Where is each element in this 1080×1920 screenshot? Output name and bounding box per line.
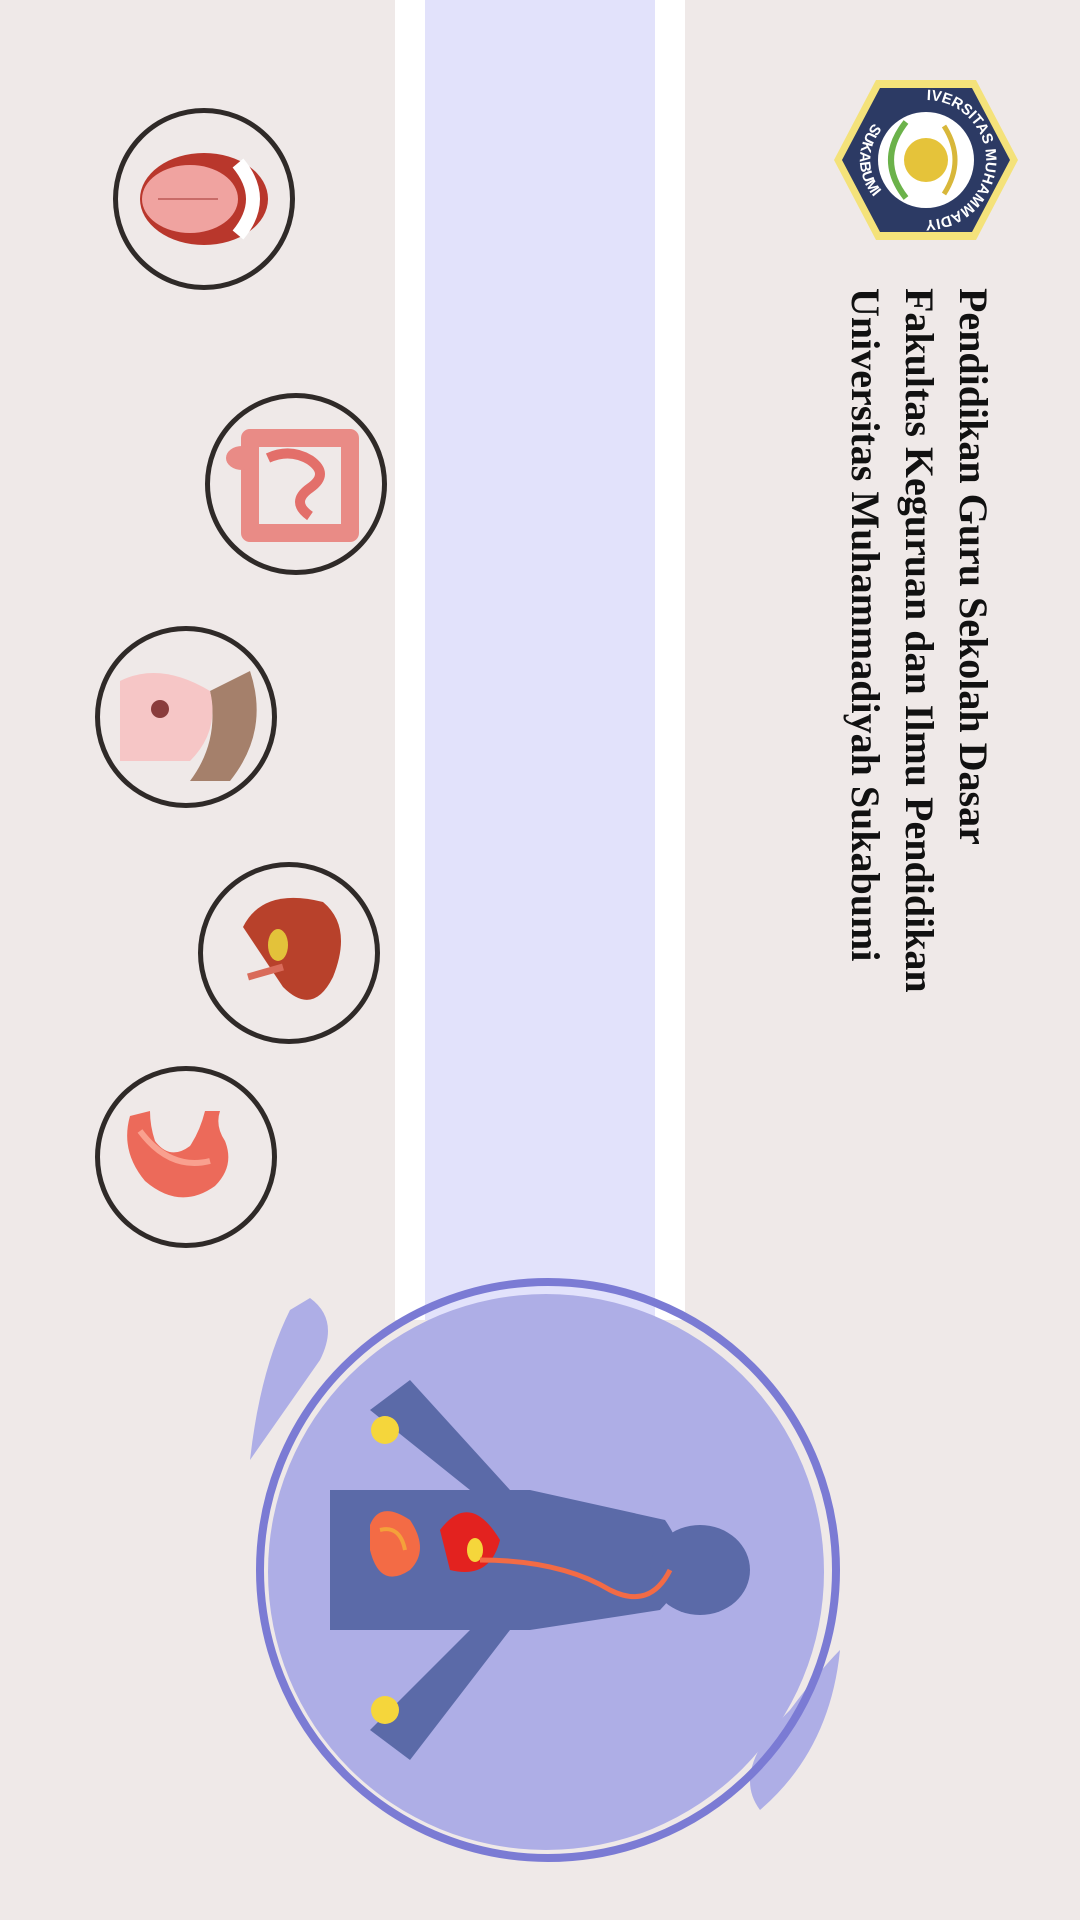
title-block: Pendidikan Guru Sekolah Dasar Fakultas K… [838, 288, 1000, 993]
intestine-icon [226, 429, 359, 542]
stomach-circle [95, 1066, 277, 1248]
title-line-2: Fakultas Keguruan dan Ilmu Pendidikan [897, 288, 942, 993]
title-line-1: Pendidikan Guru Sekolah Dasar [951, 288, 996, 845]
title-line-3: Universitas Muhammadiyah Sukabumi [843, 288, 888, 962]
digestive-system-illustration [230, 1250, 850, 1890]
stomach-icon [127, 1111, 229, 1198]
intestine-circle [205, 393, 387, 575]
mouth-icon [140, 153, 268, 245]
liver-circle [198, 862, 380, 1044]
university-logo: UNIVERSITAS MUHAMMADIYAH SUKABUMI [826, 55, 1039, 260]
throat-circle [95, 626, 277, 808]
throat-icon [120, 671, 257, 781]
stripe-lavender [425, 0, 655, 1320]
logo-icon: UNIVERSITAS MUHAMMADIYAH SUKABUMI [834, 55, 1039, 240]
liver-icon [243, 897, 341, 1000]
mouth-circle [113, 108, 295, 290]
